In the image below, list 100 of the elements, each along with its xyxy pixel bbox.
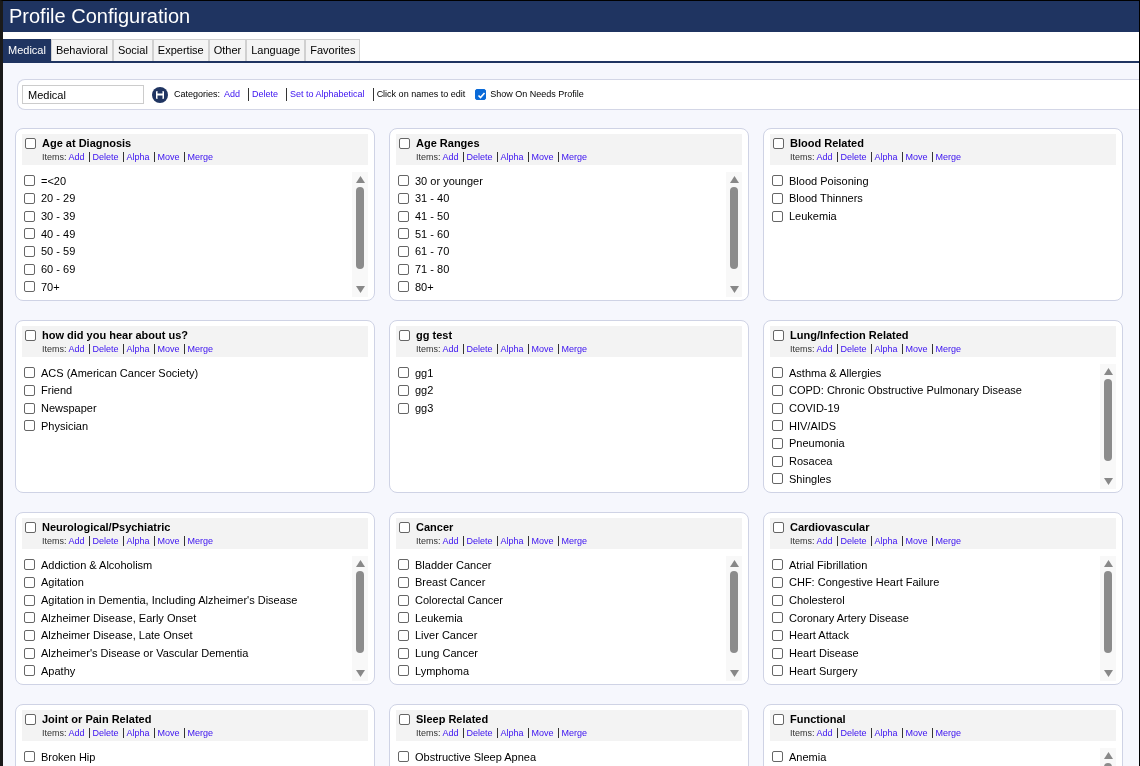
link[interactable]: Merge <box>557 536 588 546</box>
scroll-down-icon[interactable] <box>729 286 739 293</box>
checkbox[interactable] <box>398 210 409 222</box>
link[interactable]: Alpha <box>122 344 150 354</box>
link[interactable]: Add <box>442 536 459 546</box>
item-label[interactable]: Agitation <box>41 574 84 591</box>
link[interactable]: Add <box>816 152 833 162</box>
checkbox[interactable] <box>25 138 36 149</box>
tab[interactable]: Behavioral <box>50 39 113 61</box>
category-title[interactable]: Neurological/Psychiatric <box>42 520 214 535</box>
checkbox[interactable] <box>772 193 783 205</box>
link[interactable]: Alpha <box>496 728 524 738</box>
checkbox[interactable] <box>24 402 35 414</box>
checkbox[interactable] <box>24 559 35 571</box>
checkbox[interactable] <box>24 385 35 397</box>
link[interactable]: Merge <box>931 344 962 354</box>
item-label[interactable]: Friend <box>41 382 73 399</box>
item-label[interactable]: Asthma & Allergies <box>789 364 882 382</box>
item-label[interactable]: COPD: Chronic Obstructive Pulmonary Disease <box>789 382 1022 399</box>
item-label[interactable]: Addiction & Alcoholism <box>41 556 153 574</box>
item-label[interactable]: Alzheimer's Disease or Vascular Dementia <box>41 645 249 662</box>
item-label[interactable]: Broken Hip <box>41 748 96 766</box>
item-label[interactable]: 20 - 29 <box>41 190 76 207</box>
scroll-up-icon[interactable] <box>1103 752 1113 759</box>
checkbox[interactable] <box>772 665 783 677</box>
link[interactable]: Add <box>68 152 85 162</box>
tab[interactable]: Favorites <box>305 39 361 61</box>
link[interactable]: Alpha <box>122 728 150 738</box>
link[interactable]: Move <box>153 536 180 546</box>
link[interactable]: Add <box>224 87 241 102</box>
checkbox[interactable] <box>398 175 409 187</box>
scrollbar[interactable] <box>352 556 368 681</box>
category-title[interactable]: Lung/Infection Related <box>790 328 962 343</box>
item-label[interactable]: Lung Cancer <box>415 645 478 662</box>
checkbox[interactable] <box>24 263 35 275</box>
item-label[interactable]: Physician <box>41 417 89 435</box>
scroll-down-icon[interactable] <box>355 670 365 677</box>
item-label[interactable]: Leukemia <box>415 609 463 627</box>
scroll-up-icon[interactable] <box>1103 560 1113 567</box>
item-label[interactable]: Heart Disease <box>789 645 859 662</box>
link[interactable]: Add <box>68 536 85 546</box>
link[interactable]: Merge <box>183 536 214 546</box>
item-label[interactable]: 41 - 50 <box>415 207 450 225</box>
link[interactable]: Alpha <box>870 536 898 546</box>
item-label[interactable]: Alzheimer Disease, Late Onset <box>41 627 193 644</box>
link[interactable]: Delete <box>462 344 493 354</box>
link[interactable]: Delete <box>462 728 493 738</box>
checkbox[interactable] <box>24 594 35 606</box>
checkbox[interactable] <box>24 665 35 677</box>
link[interactable]: Alpha <box>870 344 898 354</box>
checkbox[interactable] <box>398 263 409 275</box>
checkbox[interactable] <box>24 420 35 432</box>
link[interactable]: Add <box>816 536 833 546</box>
checkbox[interactable] <box>24 175 35 187</box>
link[interactable]: Alpha <box>122 536 150 546</box>
checkbox[interactable] <box>398 281 409 293</box>
link[interactable]: Delete <box>88 344 119 354</box>
checkbox[interactable] <box>24 228 35 240</box>
category-title[interactable]: Cancer <box>416 520 588 535</box>
link[interactable]: Add <box>816 344 833 354</box>
checkbox[interactable] <box>24 246 35 258</box>
link[interactable]: Delete <box>836 536 867 546</box>
checkbox[interactable] <box>398 228 409 240</box>
checkbox[interactable] <box>772 455 783 467</box>
link[interactable]: Move <box>527 728 554 738</box>
checkbox[interactable] <box>398 751 409 763</box>
item-label[interactable]: 80+ <box>415 278 434 296</box>
link[interactable]: Delete <box>462 536 493 546</box>
checkbox[interactable] <box>772 473 783 485</box>
link[interactable]: Merge <box>183 152 214 162</box>
checkbox[interactable] <box>25 714 36 725</box>
item-label[interactable]: 70+ <box>41 278 60 296</box>
link[interactable]: Alpha <box>870 152 898 162</box>
item-label[interactable]: Leukemia <box>789 207 837 225</box>
scroll-up-icon[interactable] <box>729 176 739 183</box>
item-label[interactable]: Agitation in Dementia, Including Alzheimer's Disease <box>41 591 298 609</box>
link[interactable]: Move <box>527 152 554 162</box>
link[interactable]: Delete <box>462 152 493 162</box>
link[interactable]: Add <box>442 152 459 162</box>
link[interactable]: Move <box>153 152 180 162</box>
tab[interactable]: Medical <box>3 39 51 61</box>
link[interactable]: Delete <box>248 87 279 102</box>
item-label[interactable]: Coronary Artery Disease <box>789 609 909 627</box>
link[interactable]: Move <box>153 728 180 738</box>
item-label[interactable]: Colorectal Cancer <box>415 591 504 609</box>
item-label[interactable]: Breast Cancer <box>415 574 486 591</box>
scroll-down-icon[interactable] <box>1103 478 1113 485</box>
scroll-down-icon[interactable] <box>1103 670 1113 677</box>
item-label[interactable]: Atrial Fibrillation <box>789 556 868 574</box>
checkbox[interactable] <box>399 714 410 725</box>
checkbox[interactable] <box>772 438 783 450</box>
item-label[interactable]: HIV/AIDS <box>789 417 837 435</box>
checkbox[interactable] <box>772 402 783 414</box>
item-label[interactable]: Liver Cancer <box>415 627 478 644</box>
item-label[interactable]: 61 - 70 <box>415 243 450 260</box>
item-label[interactable]: Rosacea <box>789 453 833 470</box>
checkbox[interactable] <box>399 330 410 341</box>
link[interactable]: Set to Alphabetical <box>286 87 365 102</box>
link[interactable]: Move <box>901 344 928 354</box>
item-label[interactable]: 50 - 59 <box>41 243 76 260</box>
